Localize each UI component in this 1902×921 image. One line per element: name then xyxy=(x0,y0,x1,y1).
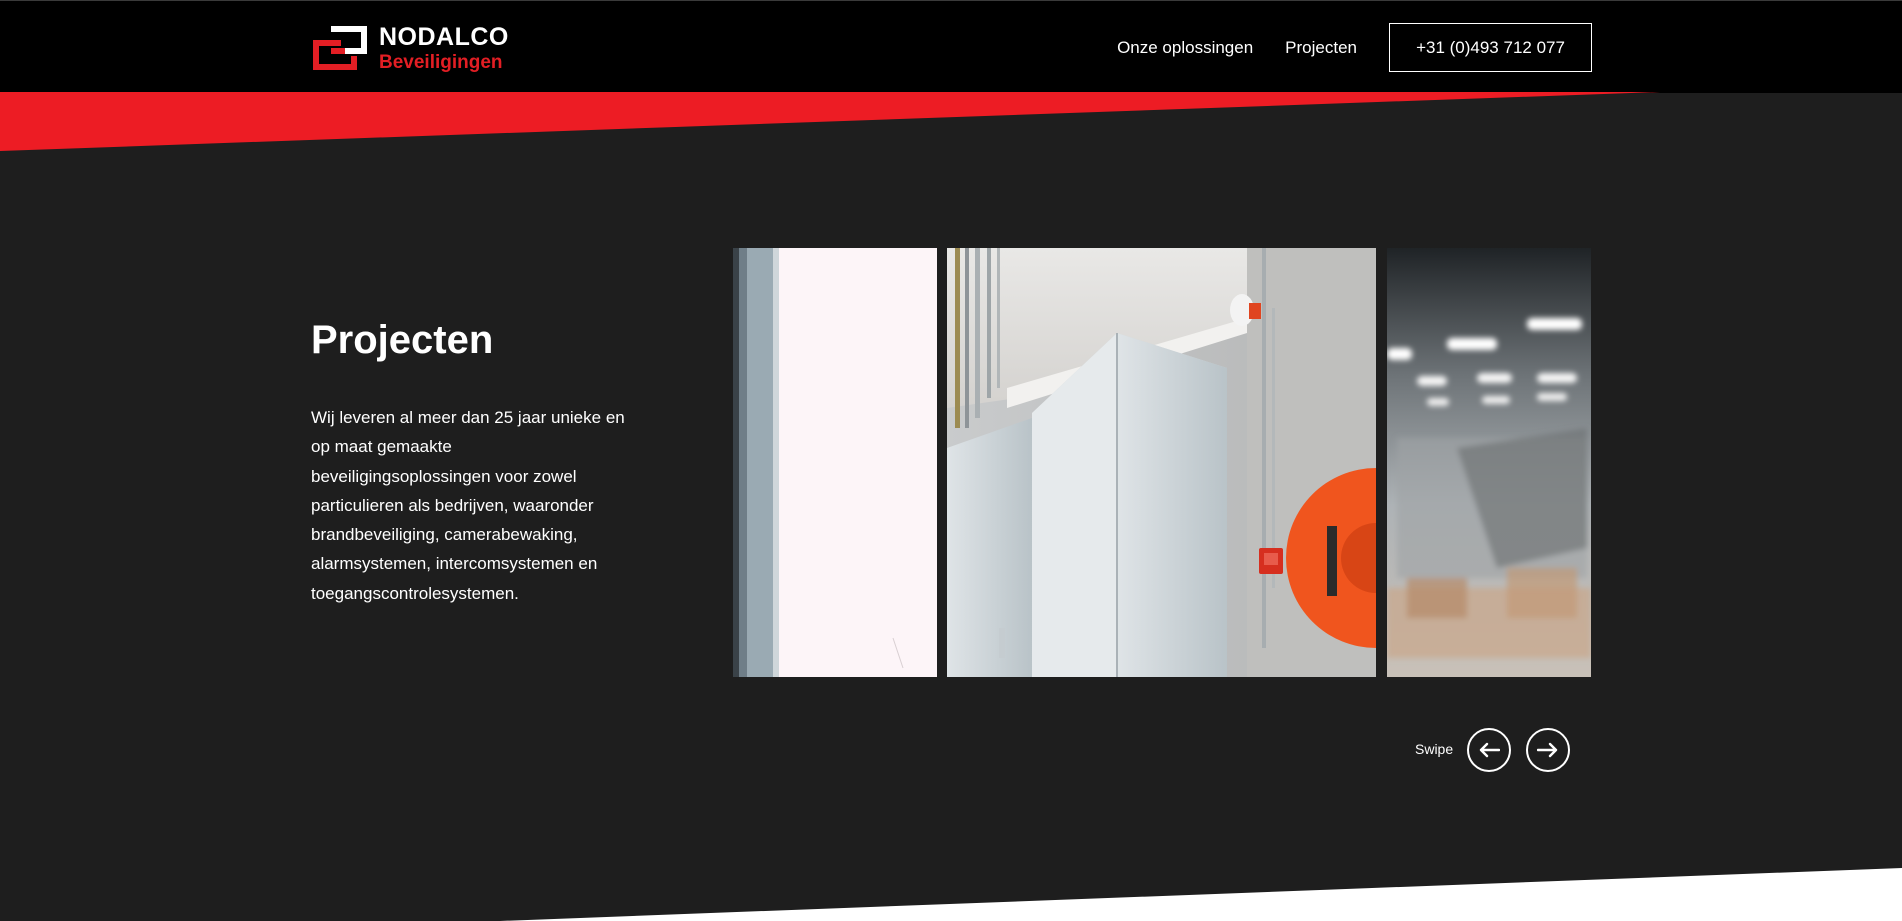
main-nav: Onze oplossingen Projecten +31 (0)493 71… xyxy=(1117,23,1592,72)
bottom-section-divider xyxy=(500,868,1902,921)
swipe-label: Swipe xyxy=(1415,741,1454,757)
red-diagonal-stripe xyxy=(0,92,1660,151)
logo-link[interactable]: NODALCO Beveiligingen xyxy=(311,23,509,73)
nav-item-projecten[interactable]: Projecten xyxy=(1285,38,1357,58)
arrow-right-icon xyxy=(1537,742,1558,758)
window-image xyxy=(733,248,937,677)
phone-button[interactable]: +31 (0)493 712 077 xyxy=(1389,23,1592,72)
page-description: Wij leveren al meer dan 25 jaar unieke e… xyxy=(311,408,625,603)
logo-text: NODALCO Beveiligingen xyxy=(379,22,509,73)
slider-next-button[interactable] xyxy=(1526,728,1570,772)
slide-window-image[interactable] xyxy=(733,248,937,677)
slide-electrical-cabinets-fire-hose-image[interactable] xyxy=(947,248,1376,677)
nav-item-onze-oplossingen[interactable]: Onze oplossingen xyxy=(1117,38,1253,58)
arrow-left-icon xyxy=(1479,742,1500,758)
cabinets-image xyxy=(947,248,1376,677)
nodalco-logo-icon xyxy=(313,26,367,70)
slide-warehouse-blurred-image[interactable] xyxy=(1387,248,1591,677)
site-header: NODALCO Beveiligingen Onze oplossingen P… xyxy=(0,0,1902,93)
slider-prev-button[interactable] xyxy=(1467,728,1511,772)
page-title: Projecten xyxy=(311,318,494,362)
warehouse-image xyxy=(1387,248,1591,677)
logo-subtitle: Beveiligingen xyxy=(379,51,503,73)
logo-name: NODALCO xyxy=(379,22,509,51)
